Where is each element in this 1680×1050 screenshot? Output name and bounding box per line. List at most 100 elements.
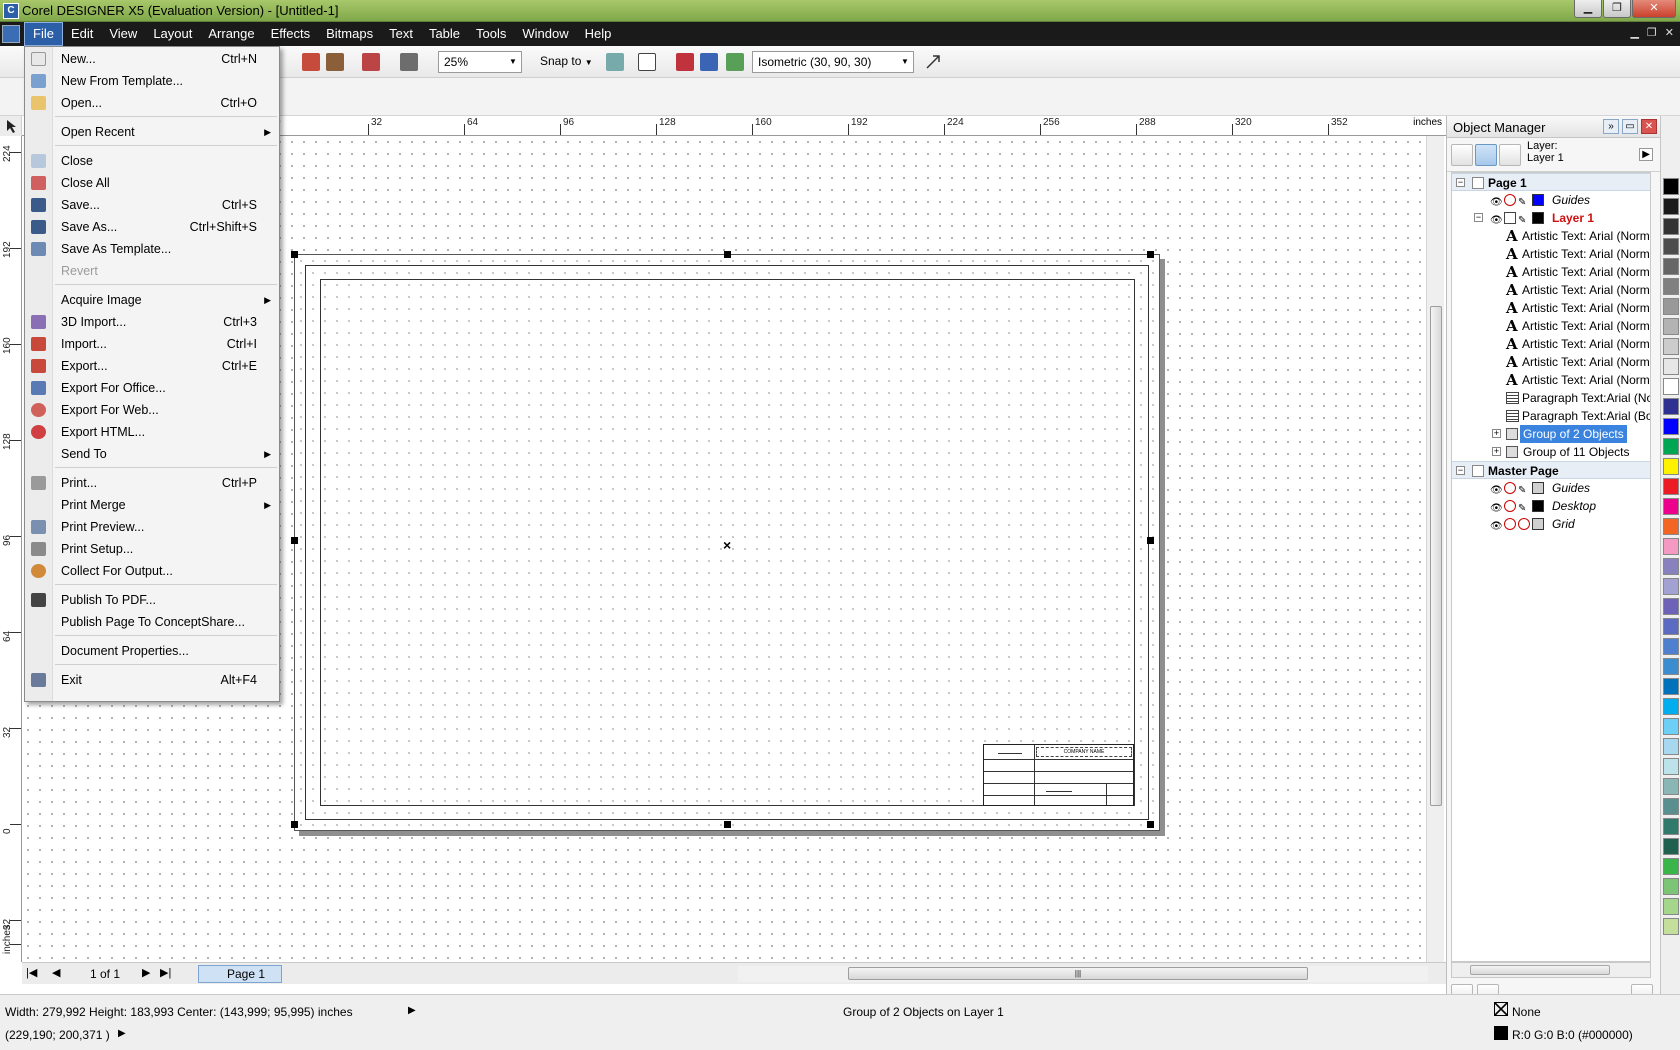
selection-handle-right[interactable] [1147,537,1154,544]
show-properties-icon[interactable] [1451,144,1473,166]
menu-help[interactable]: Help [577,22,620,46]
palette-swatch[interactable] [1663,298,1679,315]
layer-color-swatch[interactable] [1532,482,1544,494]
next-page-icon[interactable]: ▶ [142,966,150,979]
menu-item-open-recent[interactable]: Open Recent ▶ [25,122,279,142]
menu-item-save-as-template[interactable]: Save As Template... [25,239,279,259]
palette-swatch[interactable] [1663,798,1679,815]
tree-artistic-text[interactable]: A Artistic Text: Arial (Norm [1452,353,1650,371]
palette-swatch[interactable] [1663,338,1679,355]
expand-icon[interactable]: + [1492,429,1501,438]
collapse-icon[interactable]: − [1456,178,1465,187]
menu-item-new-from-template[interactable]: New From Template... [25,71,279,91]
menu-file[interactable]: File [24,22,63,46]
tree-horizontal-scrollbar[interactable] [1451,962,1651,978]
selection-handle-top-left[interactable] [291,251,298,258]
palette-swatch[interactable] [1663,498,1679,515]
palette-swatch[interactable] [1663,278,1679,295]
3d-green-icon[interactable] [726,53,744,71]
menu-text[interactable]: Text [381,22,421,46]
status-expand-icon[interactable]: ▶ [118,1028,126,1039]
pencil-icon[interactable]: ✎ [1518,212,1530,226]
menu-item-exit[interactable]: Exit Alt+F4 [25,670,279,690]
scrollbar-thumb[interactable] [1430,306,1442,806]
doc-minimize-icon[interactable]: ▁ [1630,26,1638,39]
menu-bitmaps[interactable]: Bitmaps [318,22,381,46]
expand-icon[interactable]: » [1603,119,1619,134]
tree-master-page[interactable]: − Master Page [1452,461,1650,479]
palette-swatch[interactable] [1663,778,1679,795]
doc-restore-icon[interactable]: ❐ [1647,26,1657,39]
menu-effects[interactable]: Effects [263,22,319,46]
layer-color-swatch[interactable] [1532,500,1544,512]
menu-arrange[interactable]: Arrange [200,22,262,46]
palette-swatch[interactable] [1663,598,1679,615]
3d-blue-icon[interactable] [700,53,718,71]
print-disabled-icon[interactable] [1504,518,1516,530]
selection-handle-left[interactable] [291,537,298,544]
canvas-horizontal-scrollbar[interactable]: ||| [738,966,1428,982]
maximize-button[interactable]: ❐ [1603,0,1631,18]
canvas-vertical-scrollbar[interactable] [1426,136,1444,962]
menu-item-publish-conceptshare[interactable]: Publish Page To ConceptShare... [25,612,279,632]
tree-artistic-text[interactable]: A Artistic Text: Arial (Norm [1452,371,1650,389]
edit-across-layers-icon[interactable] [1475,144,1497,166]
palette-swatch[interactable] [1663,378,1679,395]
palette-swatch[interactable] [1663,858,1679,875]
eye-icon[interactable]: 👁 [1490,500,1503,514]
tree-artistic-text[interactable]: A Artistic Text: Arial (Norm [1452,263,1650,281]
selection-handle-top-right[interactable] [1147,251,1154,258]
print-disabled-icon[interactable] [1504,194,1516,206]
tree-master-desktop[interactable]: 👁 ✎ Desktop [1452,497,1650,515]
menu-item-export[interactable]: Export... Ctrl+E [25,356,279,376]
palette-swatch[interactable] [1663,358,1679,375]
tree-master-grid[interactable]: 👁 Grid [1452,515,1650,533]
menu-item-acquire-image[interactable]: Acquire Image ▶ [25,290,279,310]
drawing-title-block[interactable]: COMPANY NAME [983,744,1134,806]
fill-swatch[interactable] [1494,1002,1508,1016]
tree-artistic-text[interactable]: A Artistic Text: Arial (Norm [1452,245,1650,263]
palette-swatch[interactable] [1663,698,1679,715]
application-launcher-icon[interactable] [362,53,380,71]
pencil-icon[interactable]: ✎ [1518,482,1530,496]
tree-group-11[interactable]: + Group of 11 Objects [1452,443,1650,461]
menu-item-export-html[interactable]: Export HTML... [25,422,279,442]
menu-item-export-for-web[interactable]: Export For Web... [25,400,279,420]
first-page-icon[interactable]: |◀ [26,966,37,979]
tree-master-guides[interactable]: 👁 ✎ Guides [1452,479,1650,497]
collapse-icon[interactable]: − [1474,213,1483,222]
tree-group-2[interactable]: + Group of 2 Objects [1452,425,1650,443]
palette-swatch[interactable] [1663,198,1679,215]
close-icon[interactable]: ✕ [1641,119,1657,134]
selection-handle-bottom-left[interactable] [291,821,298,828]
eye-icon[interactable]: 👁 [1490,194,1503,208]
scrollbar-thumb[interactable]: ||| [848,967,1308,980]
tree-artistic-text[interactable]: A Artistic Text: Arial (Norm [1452,335,1650,353]
menu-item-send-to[interactable]: Send To ▶ [25,444,279,464]
palette-swatch[interactable] [1663,618,1679,635]
welcome-screen-icon[interactable] [400,53,418,71]
palette-swatch[interactable] [1663,818,1679,835]
tree-artistic-text[interactable]: A Artistic Text: Arial (Norm [1452,317,1650,335]
menu-item-open[interactable]: Open... Ctrl+O [25,93,279,113]
docker-menu-icon[interactable]: ▶ [1639,148,1653,161]
outline-swatch[interactable] [1494,1026,1508,1040]
menu-item-new[interactable]: New... Ctrl+N [25,49,279,69]
menu-view[interactable]: View [101,22,145,46]
palette-swatch[interactable] [1663,758,1679,775]
tree-artistic-text[interactable]: A Artistic Text: Arial (Norm [1452,281,1650,299]
pencil-icon[interactable]: ✎ [1518,194,1530,208]
edit-disabled-icon[interactable] [1518,518,1530,530]
status-expand-icon[interactable]: ▶ [408,1005,416,1016]
palette-swatch[interactable] [1663,678,1679,695]
projection-select[interactable]: Isometric (30, 90, 30) ▼ [752,51,914,73]
menu-item-revert[interactable]: Revert [25,261,279,281]
collapse-icon[interactable]: − [1456,466,1465,475]
pick-tool-icon[interactable] [3,118,19,134]
minimize-button[interactable]: ▁ [1574,0,1602,18]
menu-edit[interactable]: Edit [63,22,101,46]
menu-item-save[interactable]: Save... Ctrl+S [25,195,279,215]
palette-swatch[interactable] [1663,258,1679,275]
menu-item-print-setup[interactable]: Print Setup... [25,539,279,559]
palette-swatch[interactable] [1663,658,1679,675]
